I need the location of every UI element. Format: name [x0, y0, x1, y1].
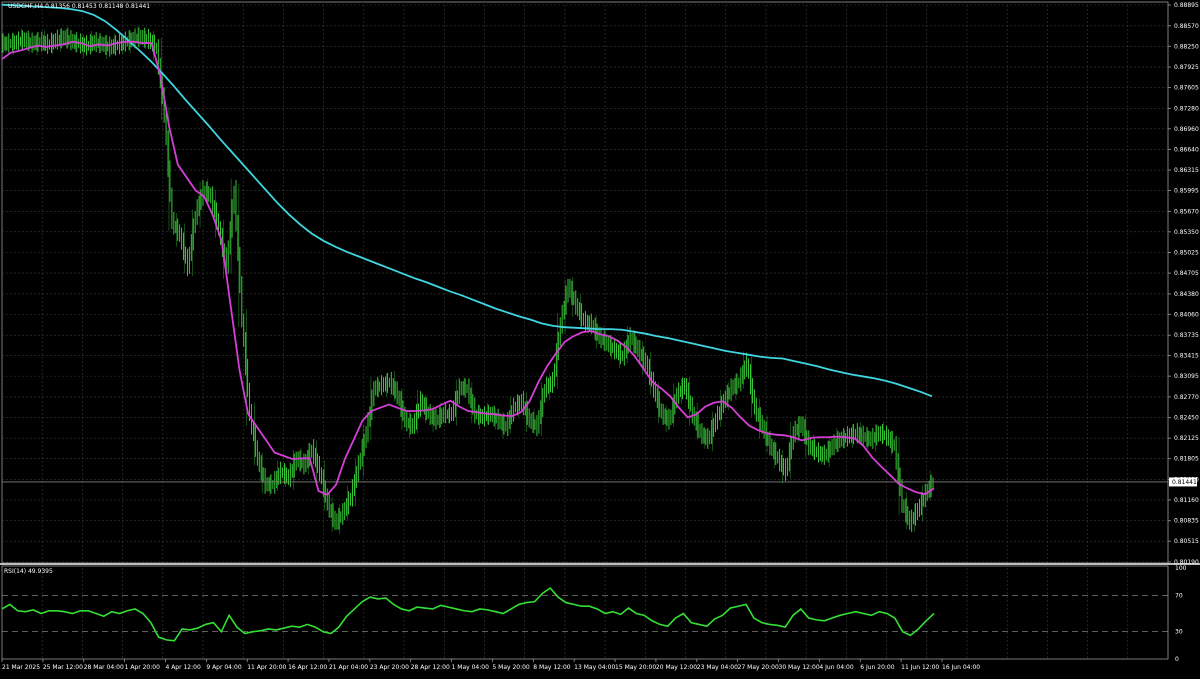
x-tick-label: 21 Apr 04:00 — [329, 664, 368, 671]
x-tick-label: 9 Apr 04:00 — [206, 664, 241, 671]
y-tick-label: 0.86315 — [1174, 167, 1199, 174]
y-tick-label: 0.85350 — [1174, 229, 1199, 236]
price-panel-frame — [1, 1, 1169, 564]
symbol-header: USDCHF,H4 0.81356 0.81453 0.81148 0.8144… — [8, 3, 150, 10]
axes: 0.88895 0.88570 0.88250 0.87925 0.87605 0.872… — [1, 2, 1199, 671]
chart-canvas[interactable]: 0.88895 0.88570 0.88250 0.87925 0.87605 0.872… — [0, 0, 1200, 675]
x-tick-label: 8 May 12:00 — [533, 664, 571, 671]
ma-slow-line — [1, 3, 933, 398]
y-tick-label: 0.81805 — [1174, 456, 1199, 463]
x-tick-label: 4 Apr 12:00 — [165, 664, 200, 671]
y-tick-label: 0.84060 — [1174, 311, 1199, 318]
x-tick-label: 6 Jun 20:00 — [860, 664, 894, 671]
x-tick-label: 23 May 04:00 — [697, 664, 738, 671]
x-tick-label: 23 Apr 20:00 — [370, 664, 409, 671]
y-tick-label: 0.88250 — [1174, 43, 1199, 50]
x-tick-label: 21 Mar 2025 — [2, 664, 40, 671]
x-tick-label: 25 Mar 12:00 — [43, 664, 83, 671]
current-price-label: 0.81441 — [1172, 479, 1197, 486]
y-tick-label: 0.80515 — [1174, 538, 1199, 545]
y-tick-label: 0.88895 — [1174, 2, 1199, 9]
x-tick-label: 11 Apr 20:00 — [247, 664, 286, 671]
y-tick-label: 0.82770 — [1174, 394, 1199, 401]
ma-fast-line — [1, 40, 935, 496]
y-tick-label: 0.86640 — [1174, 146, 1199, 153]
x-tick-label: 4 Jun 04:00 — [819, 664, 853, 671]
x-tick-label: 30 May 12:00 — [779, 664, 820, 671]
y-tick-label: 0.85025 — [1174, 250, 1199, 257]
x-tick-label: 27 May 20:00 — [738, 664, 779, 671]
rsi-panel — [1, 586, 1168, 642]
rsi-line — [1, 586, 935, 642]
y-tick-label: 0.82450 — [1174, 414, 1199, 421]
y-tick-label: 0.83095 — [1174, 373, 1199, 380]
y-tick-label: 0.82125 — [1174, 435, 1199, 442]
x-tick-label: 11 Jun 12:00 — [901, 664, 939, 671]
y-tick-label: 0.83415 — [1174, 353, 1199, 360]
y-tick-label: 0.81160 — [1174, 497, 1199, 504]
x-tick-label: 1 Apr 20:00 — [125, 664, 160, 671]
y-tick-label: 0.87925 — [1174, 64, 1199, 71]
rsi-header: RSI(14) 49.9395 — [4, 568, 53, 575]
y-tick-label: 0.87605 — [1174, 85, 1199, 92]
y-tick-label: 0.87280 — [1174, 105, 1199, 112]
y-tick-label: 0.86960 — [1174, 126, 1199, 133]
x-tick-label: 28 Apr 12:00 — [411, 664, 450, 671]
x-tick-label: 16 Jun 04:00 — [942, 664, 980, 671]
rsi-tick-label: 100 — [1175, 565, 1187, 572]
y-tick-label: 0.88570 — [1174, 23, 1199, 30]
rsi-tick-label: 70 — [1175, 592, 1183, 599]
trading-chart[interactable]: 0.88895 0.88570 0.88250 0.87925 0.87605 0.872… — [0, 0, 1200, 675]
x-tick-label: 1 May 04:00 — [452, 664, 490, 671]
y-tick-label: 0.80835 — [1174, 518, 1199, 525]
moving-averages — [1, 3, 935, 496]
y-tick-label: 0.85995 — [1174, 188, 1199, 195]
rsi-panel-frame — [1, 565, 1169, 660]
grid — [0, 1, 1200, 660]
x-tick-label: 28 Mar 04:00 — [84, 664, 124, 671]
y-tick-label: 0.83735 — [1174, 332, 1199, 339]
x-tick-label: 15 May 20:00 — [615, 664, 656, 671]
y-tick-label: 0.84705 — [1174, 270, 1199, 277]
x-tick-label: 5 May 20:00 — [492, 664, 530, 671]
price-series — [2, 25, 934, 535]
x-tick-label: 13 May 04:00 — [574, 664, 615, 671]
y-tick-label: 0.84380 — [1174, 291, 1199, 298]
x-tick-label: 16 Apr 12:00 — [288, 664, 327, 671]
y-tick-label: 0.85670 — [1174, 208, 1199, 215]
rsi-tick-label: 30 — [1175, 629, 1183, 636]
x-tick-label: 20 May 12:00 — [656, 664, 697, 671]
rsi-tick-label: 0 — [1175, 656, 1179, 663]
